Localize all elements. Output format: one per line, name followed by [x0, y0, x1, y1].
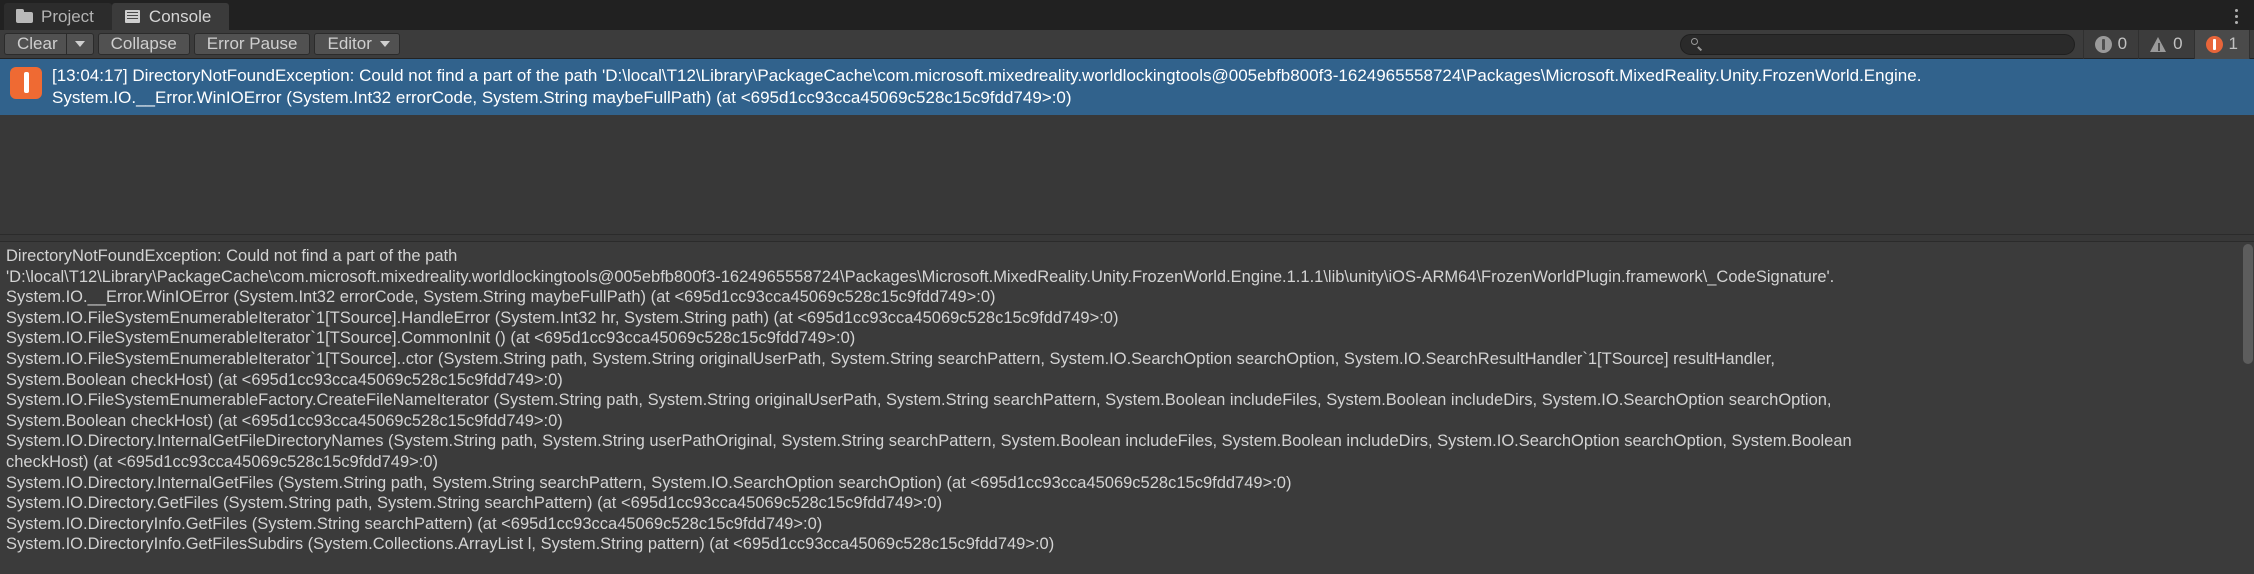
- clear-button[interactable]: Clear: [4, 33, 66, 55]
- folder-icon: [16, 9, 34, 24]
- tab-project[interactable]: Project: [4, 3, 112, 30]
- tab-console-label: Console: [148, 6, 212, 26]
- log-entry-list[interactable]: [13:04:17] DirectoryNotFoundException: C…: [0, 59, 2254, 234]
- collapse-label: Collapse: [110, 34, 177, 53]
- stack-trace-line: System.IO.Directory.GetFiles (System.Str…: [6, 494, 943, 513]
- detail-scrollbar-thumb[interactable]: [2243, 244, 2253, 364]
- stack-trace-line: System.Boolean checkHost) (at <695d1cc93…: [6, 370, 563, 389]
- stack-trace-line: System.IO.Directory.InternalGetFileDirec…: [6, 432, 1852, 451]
- chevron-down-icon: [379, 41, 390, 47]
- unity-console-window: Project Console Clear Collapse Error Pau…: [0, 0, 2254, 574]
- pane-splitter[interactable]: [0, 234, 2254, 242]
- tab-strip: Project Console: [0, 0, 2254, 30]
- stack-trace-line: System.IO.FileSystemEnumerableFactory.Cr…: [6, 391, 1832, 410]
- stack-trace-line: System.IO.FileSystemEnumerableIterator`1…: [6, 349, 1775, 368]
- console-lines-icon: [124, 9, 142, 24]
- stack-trace-line: System.IO.FileSystemEnumerableIterator`1…: [6, 308, 1119, 327]
- stack-trace-detail-pane[interactable]: DirectoryNotFoundException: Could not fi…: [0, 242, 2254, 574]
- warning-triangle-icon: [2150, 36, 2167, 53]
- log-entry-line-1: [13:04:17] DirectoryNotFoundException: C…: [52, 66, 1922, 85]
- stack-trace-line: System.IO.DirectoryInfo.GetFiles (System…: [6, 514, 823, 533]
- stack-trace-line: System.IO.DirectoryInfo.GetFilesSubdirs …: [6, 535, 1055, 554]
- stack-trace-line: 'D:\local\T12\Library\PackageCache\com.m…: [6, 267, 1835, 286]
- chevron-down-icon: [74, 41, 85, 47]
- log-entry[interactable]: [13:04:17] DirectoryNotFoundException: C…: [0, 59, 2254, 115]
- warning-counter[interactable]: 0: [2138, 29, 2193, 59]
- search-box[interactable]: [1679, 33, 2075, 55]
- log-entry-line-2: System.IO.__Error.WinIOError (System.Int…: [52, 88, 1072, 107]
- stack-trace-line: System.IO.__Error.WinIOError (System.Int…: [6, 288, 996, 307]
- tab-console[interactable]: Console: [111, 3, 230, 30]
- error-badge-icon: [2205, 35, 2223, 53]
- stack-trace-line: System.IO.FileSystemEnumerableIterator`1…: [6, 329, 856, 348]
- stack-trace-line: checkHost) (at <695d1cc93cca45069c528c15…: [6, 452, 439, 471]
- search-icon: [1690, 37, 1704, 51]
- info-counter[interactable]: 0: [2082, 29, 2138, 59]
- stack-trace-line: System.Boolean checkHost) (at <695d1cc93…: [6, 411, 563, 430]
- editor-dropdown-button[interactable]: Editor: [314, 33, 400, 55]
- stack-trace-line: DirectoryNotFoundException: Could not fi…: [6, 247, 458, 265]
- collapse-toggle[interactable]: Collapse: [97, 33, 190, 55]
- info-count: 0: [2117, 34, 2128, 53]
- search-input[interactable]: [1708, 34, 2064, 54]
- editor-label: Editor: [327, 34, 372, 53]
- warning-count: 0: [2173, 34, 2183, 53]
- console-toolbar: Clear Collapse Error Pause Editor 0 0 1: [0, 29, 2254, 59]
- error-pause-toggle[interactable]: Error Pause: [193, 33, 311, 55]
- log-counters: 0 0 1: [2082, 29, 2250, 59]
- log-entry-text: [13:04:17] DirectoryNotFoundException: C…: [52, 65, 2246, 109]
- detail-scrollbar-track[interactable]: [2241, 242, 2254, 574]
- stack-trace-line: System.IO.Directory.InternalGetFiles (Sy…: [6, 473, 1292, 492]
- clear-dropdown-button[interactable]: [65, 33, 94, 55]
- error-pause-label: Error Pause: [206, 34, 298, 53]
- info-badge-icon: [2094, 35, 2112, 53]
- kebab-menu-icon[interactable]: [2222, 3, 2250, 30]
- clear-button-label: Clear: [17, 34, 58, 53]
- error-count: 1: [2228, 34, 2238, 53]
- error-counter[interactable]: 1: [2193, 29, 2250, 59]
- error-badge-icon: [10, 67, 42, 99]
- stack-trace-text: DirectoryNotFoundException: Could not fi…: [6, 246, 2254, 555]
- tab-project-label: Project: [41, 6, 94, 26]
